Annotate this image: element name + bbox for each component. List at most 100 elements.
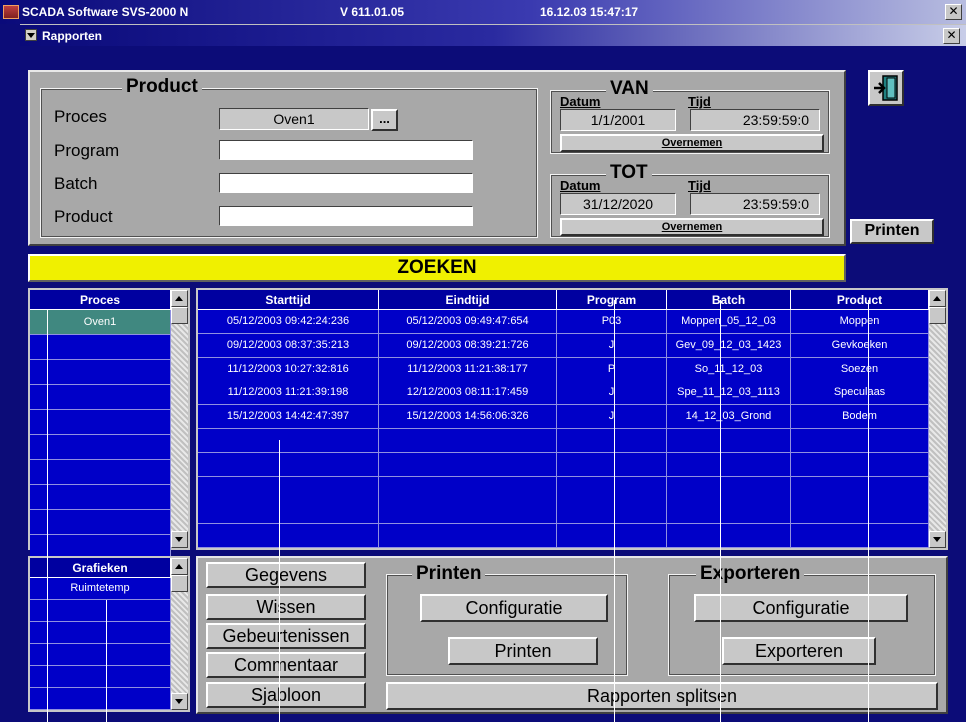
table-cell bbox=[557, 500, 667, 525]
grafieken-scrollbar[interactable] bbox=[171, 558, 188, 710]
printen-button[interactable]: Printen bbox=[448, 637, 598, 665]
table-row[interactable]: 15/12/2003 14:42:47:397 15/12/2003 14:56:… bbox=[198, 405, 929, 430]
column-header-program[interactable]: Program bbox=[557, 290, 667, 310]
scroll-down-icon[interactable] bbox=[171, 693, 188, 710]
table-cell: J bbox=[557, 381, 667, 406]
van-legend: VAN bbox=[606, 78, 653, 100]
table-cell: 05/12/2003 09:42:24:236 bbox=[198, 310, 379, 334]
table-row[interactable]: 11/12/2003 11:21:39:198 12/12/2003 08:11:… bbox=[198, 381, 929, 406]
table-row[interactable] bbox=[198, 524, 929, 549]
table-cell bbox=[198, 500, 379, 525]
commentaar-button[interactable]: Commentaar bbox=[206, 652, 366, 678]
exporteren-configuratie-button[interactable]: Configuratie bbox=[694, 594, 908, 622]
table-cell: P bbox=[557, 357, 667, 382]
table-cell: 11/12/2003 11:21:39:198 bbox=[198, 381, 379, 406]
table-cell: Moppen_05_12_03 bbox=[667, 310, 791, 334]
table-row[interactable] bbox=[198, 452, 929, 477]
proces-list-scrollbar[interactable] bbox=[171, 290, 188, 548]
grafieken-list-item[interactable] bbox=[30, 600, 171, 622]
program-label: Program bbox=[54, 141, 120, 160]
sjabloon-button[interactable]: Sjabloon bbox=[206, 682, 366, 708]
app-close-button[interactable]: ✕ bbox=[945, 4, 962, 20]
scroll-up-icon[interactable] bbox=[171, 290, 188, 307]
proces-list-item[interactable] bbox=[30, 410, 171, 435]
window-close-button[interactable]: ✕ bbox=[943, 28, 960, 44]
table-cell bbox=[791, 476, 929, 501]
table-cell: 09/12/2003 08:37:35:213 bbox=[198, 333, 379, 358]
app-logo-icon bbox=[3, 5, 19, 19]
table-cell: 15/12/2003 14:42:47:397 bbox=[198, 405, 379, 430]
table-cell: 09/12/2003 08:39:21:726 bbox=[379, 333, 557, 358]
column-header-product[interactable]: Product bbox=[791, 290, 929, 310]
table-row[interactable] bbox=[198, 429, 929, 453]
table-cell bbox=[379, 524, 557, 549]
grafieken-list: Grafieken Ruimtetemp bbox=[28, 556, 190, 712]
table-cell: Soezen bbox=[791, 357, 929, 382]
grafieken-list-item[interactable] bbox=[30, 688, 171, 710]
proces-list-item[interactable] bbox=[30, 485, 171, 510]
scroll-thumb[interactable] bbox=[929, 307, 946, 324]
proces-browse-button[interactable]: ... bbox=[371, 109, 398, 131]
table-cell: 11/12/2003 11:21:38:177 bbox=[379, 357, 557, 382]
app-title: SCADA Software SVS-2000 N bbox=[22, 5, 189, 19]
scroll-thumb[interactable] bbox=[171, 575, 188, 592]
grafieken-list-header: Grafieken bbox=[30, 558, 171, 578]
scroll-up-icon[interactable] bbox=[929, 290, 946, 307]
proces-field[interactable]: Oven1 bbox=[219, 108, 369, 130]
scroll-up-icon[interactable] bbox=[171, 558, 188, 575]
window-menu-icon[interactable] bbox=[25, 29, 37, 41]
column-header-batch[interactable]: Batch bbox=[667, 290, 791, 310]
grafieken-list-item[interactable] bbox=[30, 644, 171, 666]
exporteren-button[interactable]: Exporteren bbox=[722, 637, 876, 665]
column-header-starttijd[interactable]: Starttijd bbox=[198, 290, 379, 310]
van-tijd-label: Tijd bbox=[688, 94, 711, 109]
van-tijd-field[interactable]: 23:59:59:0 bbox=[690, 109, 820, 131]
product-label: Product bbox=[54, 207, 113, 226]
table-row[interactable]: 05/12/2003 09:42:24:236 05/12/2003 09:49:… bbox=[198, 310, 929, 334]
proces-list-item[interactable] bbox=[30, 335, 171, 360]
table-cell: Gev_09_12_03_1423 bbox=[667, 333, 791, 358]
batch-input[interactable] bbox=[219, 173, 473, 193]
proces-list-item[interactable] bbox=[30, 460, 171, 485]
scroll-down-icon[interactable] bbox=[929, 531, 946, 548]
gebeurtenissen-button[interactable]: Gebeurtenissen bbox=[206, 623, 366, 649]
proces-list-item[interactable] bbox=[30, 510, 171, 535]
table-row[interactable] bbox=[198, 476, 929, 501]
zoeken-button[interactable]: ZOEKEN bbox=[28, 254, 846, 282]
tot-overnemen-button[interactable]: Overnemen bbox=[560, 218, 824, 236]
table-row[interactable] bbox=[198, 500, 929, 525]
grafieken-list-item[interactable] bbox=[30, 666, 171, 688]
wissen-button[interactable]: Wissen bbox=[206, 594, 366, 620]
proces-list-header: Proces bbox=[30, 290, 171, 310]
tot-datum-field[interactable]: 31/12/2020 bbox=[560, 193, 676, 215]
van-overnemen-button[interactable]: Overnemen bbox=[560, 134, 824, 152]
table-row[interactable]: 11/12/2003 10:27:32:816 11/12/2003 11:21:… bbox=[198, 357, 929, 382]
scroll-thumb[interactable] bbox=[171, 307, 188, 324]
table-cell bbox=[791, 500, 929, 525]
table-cell: J bbox=[557, 405, 667, 430]
proces-list-item[interactable]: Oven1 bbox=[30, 310, 171, 335]
proces-list-item[interactable] bbox=[30, 435, 171, 460]
rapporten-splitsen-button[interactable]: Rapporten splitsen bbox=[386, 682, 938, 710]
table-row[interactable]: 09/12/2003 08:37:35:213 09/12/2003 08:39:… bbox=[198, 333, 929, 358]
product-input[interactable] bbox=[219, 206, 473, 226]
exit-button[interactable] bbox=[868, 70, 904, 106]
column-header-eindtijd[interactable]: Eindtijd bbox=[379, 290, 557, 310]
tot-tijd-field[interactable]: 23:59:59:0 bbox=[690, 193, 820, 215]
table-cell bbox=[557, 476, 667, 501]
van-datum-field[interactable]: 1/1/2001 bbox=[560, 109, 676, 131]
proces-list-item[interactable] bbox=[30, 360, 171, 385]
grafieken-list-item[interactable] bbox=[30, 622, 171, 644]
proces-list-item[interactable] bbox=[30, 385, 171, 410]
close-icon: ✕ bbox=[948, 4, 959, 18]
results-grid: Starttijd Eindtijd Program Batch Product 05/… bbox=[196, 288, 948, 550]
table-cell bbox=[557, 524, 667, 549]
scroll-down-icon[interactable] bbox=[171, 531, 188, 548]
program-input[interactable] bbox=[219, 140, 473, 160]
proces-label: Proces bbox=[54, 107, 107, 126]
results-scrollbar[interactable] bbox=[929, 290, 946, 548]
printen-configuratie-button[interactable]: Configuratie bbox=[420, 594, 608, 622]
printen-top-button[interactable]: Printen bbox=[850, 219, 934, 244]
grafieken-list-item[interactable]: Ruimtetemp bbox=[30, 578, 171, 600]
gegevens-button[interactable]: Gegevens bbox=[206, 562, 366, 588]
